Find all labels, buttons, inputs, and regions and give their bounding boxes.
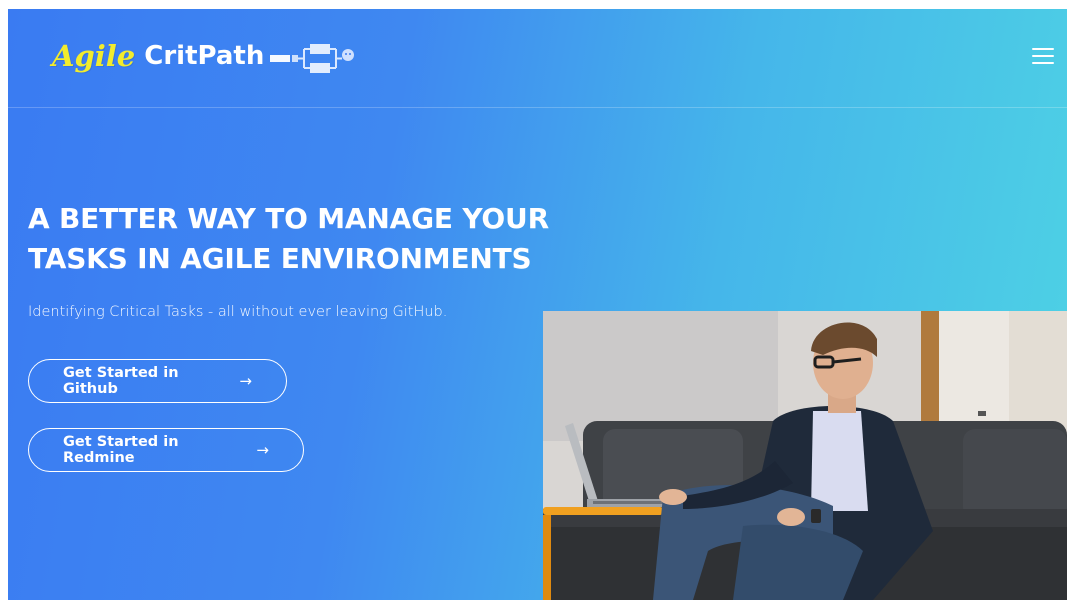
logo-critpath-text: CritPath [144, 41, 265, 71]
hero-title-line2: TASKS IN AGILE ENVIRONMENTS [28, 242, 532, 275]
hero-section: Agile CritPath A BETTER WAY TO MANAGE YO… [8, 9, 1067, 600]
get-started-redmine-label: Get Started in Redmine [63, 434, 179, 466]
arrow-right-icon: → [256, 441, 269, 459]
logo-diagram-icon [270, 44, 355, 73]
menu-bar-top [1032, 48, 1054, 50]
get-started-redmine-button[interactable]: Get Started in Redmine → [28, 428, 304, 472]
menu-bar-bottom [1032, 62, 1054, 64]
logo-agile-text: Agile [52, 39, 136, 73]
hero-title: A BETTER WAY TO MANAGE YOUR TASKS IN AGI… [28, 199, 628, 279]
get-started-github-label: Get Started in Github [63, 365, 179, 397]
hamburger-menu-icon[interactable] [1032, 48, 1054, 66]
menu-bar-middle [1032, 55, 1054, 57]
man-with-laptop-image [543, 311, 1067, 600]
hero-subtitle: Identifying Critical Tasks - all without… [28, 304, 448, 320]
hero-title-line1: A BETTER WAY TO MANAGE YOUR [28, 202, 549, 235]
get-started-github-button[interactable]: Get Started in Github → [28, 359, 287, 403]
hero-photo [543, 311, 1067, 600]
arrow-right-icon: → [239, 372, 252, 390]
navbar: Agile CritPath [8, 9, 1067, 108]
site-logo[interactable]: Agile CritPath [52, 35, 362, 77]
